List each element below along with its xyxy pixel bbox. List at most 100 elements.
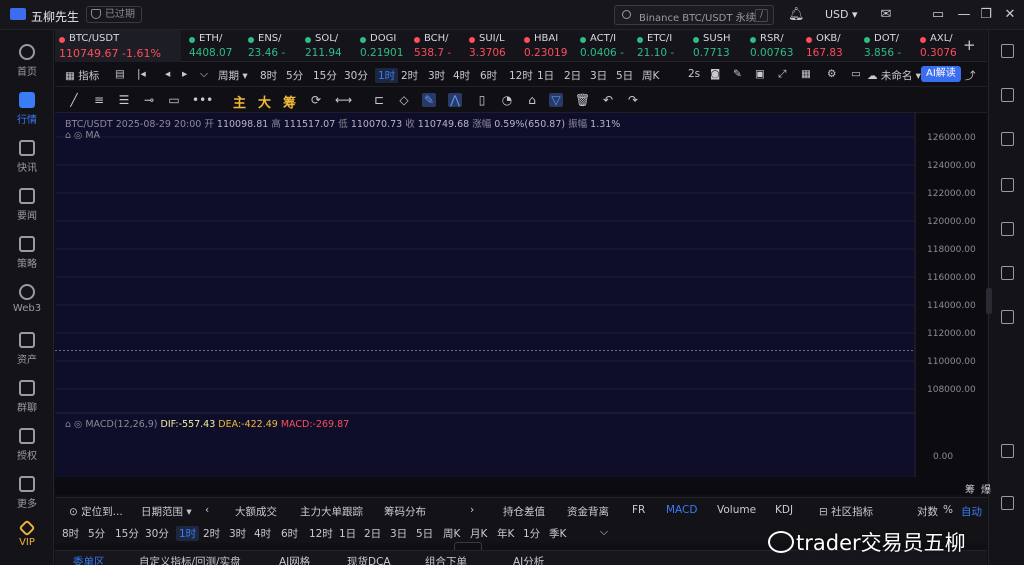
currency-select[interactable]: USD ▾ [825,8,858,21]
interval-option[interactable]: 30分 [344,68,368,83]
ticker-item[interactable]: ETC/I 21.10 - [633,30,689,62]
hline-tool-icon[interactable]: ≡ [92,93,106,107]
main-force-button[interactable]: 主 [233,92,246,111]
ruler-icon[interactable]: ⟷ [335,93,352,107]
layout-icon[interactable]: ▣ [755,68,765,80]
expired-badge[interactable]: 已过期 [86,6,142,23]
ticker-dot [806,37,812,43]
countdown-label: 2s [688,68,701,80]
search-placeholder: Binance BTC/USDT 永续 [639,13,756,24]
ticker-item[interactable]: SUSH 0.7713 [689,30,746,62]
interval-dropdown[interactable]: ⌵ [200,68,208,81]
interval-option[interactable]: 1日 [537,68,554,83]
clipboard-icon[interactable]: ▯ [475,93,489,107]
edit-icon[interactable]: ✎ [733,68,742,80]
delete-icon[interactable]: 🗑︎ [575,93,590,107]
close-icon[interactable]: ✕ [1002,7,1018,23]
more-tools-icon[interactable]: ••• [192,93,213,107]
interval-option[interactable]: 8时 [260,68,277,83]
mail-icon[interactable]: ✉ [878,7,894,23]
chips-button[interactable]: 筹 [283,92,296,111]
ticker-item[interactable]: OKB/167.83 [802,30,860,62]
nav-vip[interactable]: VIP [0,519,54,560]
ticker-item[interactable]: ENS/23.46 - [244,30,301,62]
ticker-item[interactable]: ETH/4408.07 [185,30,244,62]
calendar-icon[interactable]: ▤ [115,68,125,80]
interval-option[interactable]: 3时 [428,68,445,83]
grid-icon[interactable]: ▦ [801,68,811,80]
settings-icon[interactable]: ⚙ [827,68,836,80]
ticker-item[interactable]: ACT/I 0.0406 - [576,30,633,62]
nav-chat[interactable]: 群聊 [0,380,54,420]
ticker-item[interactable]: BCH/538.7 - [410,30,465,62]
interval-option[interactable]: 6时 [480,68,497,83]
ticker-symbol: ACT/I [590,33,617,44]
window-minimize-icon[interactable]: — [956,7,972,23]
period-button[interactable]: 周期 ▾ [218,68,248,83]
interval-option[interactable]: 12时 [509,68,533,83]
search-input[interactable]: Binance BTC/USDT 永续 / [614,5,774,25]
brush-icon[interactable]: ✎ [422,93,436,107]
ticker-item[interactable]: DOT/3.856 - [860,30,916,62]
eraser-icon[interactable]: ◇ [397,93,411,107]
nav-auth[interactable]: 授权 [0,428,54,468]
minimize-icon[interactable]: ▭ [930,7,946,23]
interval-option[interactable]: 2日 [564,68,581,83]
ticker-item[interactable]: BTC/USDT 110749.67 -1.61% [55,30,181,62]
interval-option[interactable]: 2时 [401,68,418,83]
interval-option[interactable]: 5分 [286,68,303,83]
rectangle-tool-icon[interactable]: ▭ [167,93,181,107]
nav-market[interactable]: 行情 [0,92,54,132]
ticker-symbol: OKB/ [816,33,841,44]
undo-icon[interactable]: ↶ [601,93,615,107]
ticker-item[interactable]: SOL/211.94 [301,30,356,62]
ticker-price: 538.7 - [414,47,452,59]
bell-icon[interactable]: 🔔︎ [788,7,805,23]
redo-icon[interactable]: ↷ [626,93,640,107]
horizontal-ray-icon[interactable]: ⊸ [142,93,156,107]
ai-interpret-button[interactable]: AI解读 [921,66,961,82]
filter-icon[interactable]: ▽ [549,93,563,107]
ticker-symbol: HBAI [534,33,559,44]
interval-option[interactable]: 4时 [453,68,470,83]
line-tool-icon[interactable]: ╱ [67,93,81,107]
goto-start-icon[interactable]: |◂ [137,68,146,80]
prev-icon[interactable]: ◂ [165,68,170,80]
magnet-icon[interactable]: ⊏ [372,93,386,107]
channel-tool-icon[interactable]: ☰ [117,93,131,107]
ticker-bar: BTC/USDT 110749.67 -1.61% + ETH/4408.07 E… [55,30,987,62]
interval-option[interactable]: 5日 [616,68,633,83]
play-icon[interactable]: ▸ [182,68,187,80]
interval-option[interactable]: 1时 [375,68,399,83]
indicator-button[interactable]: ▦ 指标 [65,68,99,83]
nav-flash[interactable]: 快讯 [0,140,54,180]
ticker-item[interactable]: SUI/L 3.3706 [465,30,520,62]
interval-option[interactable]: 周K [642,68,659,83]
nav-assets[interactable]: 资产 [0,332,54,372]
ticker-price: 0.23019 [524,47,568,59]
replay-icon[interactable]: ⟳ [309,93,323,107]
pattern-icon[interactable]: ⋀ [448,93,462,107]
nav-home[interactable]: 首页 [0,44,54,84]
interval-option[interactable]: 3日 [590,68,607,83]
fullscreen-icon[interactable]: ⤢ [778,68,786,81]
nav-web3[interactable]: Web3 [0,284,54,324]
ticker-item[interactable]: HBAI 0.23019 [520,30,576,62]
share-icon[interactable]: ⤴ [965,68,976,83]
nav-news[interactable]: 要闻 [0,188,54,228]
ticker-item[interactable]: RSR/0.00763 [746,30,802,62]
alert-icon[interactable]: ◔ [500,93,514,107]
ticker-item[interactable]: DOGI 0.21901 [356,30,410,62]
save-icon[interactable]: ▭ [851,68,861,80]
lock-icon[interactable]: ⌂ [525,93,539,107]
camera-icon[interactable]: ◙ [710,68,720,80]
interval-option[interactable]: 15分 [313,68,337,83]
big-order-button[interactable]: 大 [258,92,271,111]
nav-more[interactable]: 更多 [0,476,54,516]
nav-strategy[interactable]: 策略 [0,236,54,276]
chart-area[interactable]: ← 124474.00108666.66 → 126000.00124000.0… [55,113,987,495]
ticker-symbol: BTC/USDT [69,33,120,44]
restore-icon[interactable]: ❐ [978,7,994,23]
ticker-item[interactable]: AXL/0.3076 [916,30,972,62]
layout-name-select[interactable]: ☁ 未命名 ▾ [867,68,921,83]
